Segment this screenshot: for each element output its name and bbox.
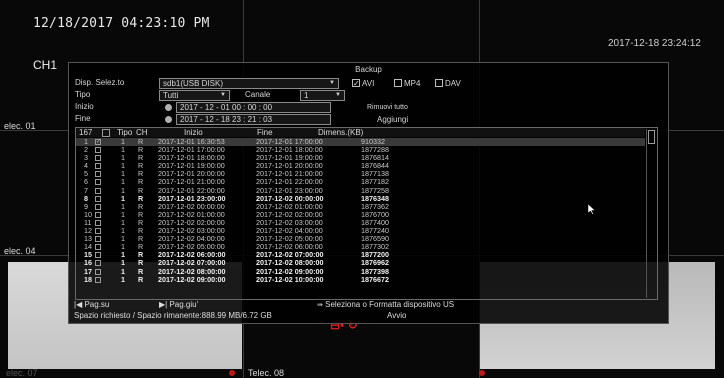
row-checkbox[interactable] xyxy=(95,171,101,178)
row-checkbox[interactable] xyxy=(95,155,101,162)
row-checkbox[interactable] xyxy=(95,147,101,154)
row-checkbox[interactable] xyxy=(95,203,101,210)
chevron-down-icon: ▼ xyxy=(335,92,341,98)
type-value: Tutti xyxy=(163,91,179,100)
select-all-checkbox[interactable] xyxy=(102,129,110,137)
column-size[interactable]: Dimens.(KB) xyxy=(318,128,363,137)
end-label: Fine xyxy=(75,114,91,123)
osd-datetime: 12/18/2017 04:23:10 PM xyxy=(33,16,210,31)
table-scrollbar[interactable] xyxy=(646,129,656,298)
row-checkbox[interactable]: ✓ xyxy=(95,139,101,145)
mouse-cursor-icon xyxy=(588,204,596,215)
row-type: 1 xyxy=(121,274,125,284)
row-checkbox[interactable] xyxy=(95,195,101,202)
column-count: 167 xyxy=(79,128,93,137)
row-checkbox[interactable] xyxy=(95,219,101,226)
device-value: sdb1(USB DISK) xyxy=(163,79,224,88)
cam-label-08: Telec. 08 xyxy=(248,368,285,378)
channel-select[interactable]: 1 ▼ xyxy=(300,90,345,101)
end-value: 2017 - 12 - 18 23 : 21 : 03 xyxy=(180,115,273,124)
remove-all-button[interactable]: Rimuovi tutto xyxy=(367,104,408,111)
format-dav-label: DAV xyxy=(445,79,461,88)
row-checkbox[interactable] xyxy=(95,187,101,194)
type-label: Tipo xyxy=(75,90,91,99)
page-down-label: Pag.giu' xyxy=(169,300,199,309)
backup-dialog: Backup Disp. Selez.to sdb1(USB DISK) ▼ ✓… xyxy=(68,62,669,324)
row-start: 2017-12-02 09:00:00 xyxy=(158,274,226,284)
file-table: 167 Tipo CH Inizio Fine Dimens.(KB) 11R2… xyxy=(75,127,658,300)
calendar-icon[interactable] xyxy=(165,104,172,111)
last-page-icon: ▶| xyxy=(159,300,168,309)
column-end[interactable]: Fine xyxy=(257,128,273,137)
device-select[interactable]: sdb1(USB DISK) ▼ xyxy=(159,78,339,89)
channel-label: Canale xyxy=(245,90,271,99)
cam-label-01: elec. 01 xyxy=(4,121,36,131)
row-number: 18 xyxy=(84,274,92,284)
chevron-down-icon: ▼ xyxy=(220,92,226,98)
row-checkbox[interactable] xyxy=(95,211,101,218)
record-indicator-icon xyxy=(479,370,485,376)
format-device-label: Seleziona o Formatta dispositivo US xyxy=(325,300,455,309)
column-type[interactable]: Tipo xyxy=(117,128,132,137)
start-label: Inizio xyxy=(75,102,94,111)
format-avi-checkbox[interactable]: ✓ xyxy=(352,79,360,88)
cam-label-04: elec. 04 xyxy=(4,246,36,256)
row-checkbox[interactable] xyxy=(95,244,101,251)
row-checkbox[interactable] xyxy=(95,228,101,235)
row-checkbox[interactable] xyxy=(95,260,101,267)
row-checkbox[interactable] xyxy=(95,268,101,275)
add-button[interactable]: Aggiungi xyxy=(377,115,408,124)
column-ch[interactable]: CH xyxy=(136,128,148,137)
scrollbar-thumb[interactable] xyxy=(648,130,655,144)
row-checkbox[interactable] xyxy=(95,179,101,186)
space-info: Spazio richiesto / Spazio rimanente:888.… xyxy=(74,311,272,320)
start-value: 2017 - 12 - 01 00 : 00 : 00 xyxy=(180,103,273,112)
record-indicator-icon xyxy=(229,370,235,376)
format-mp4-checkbox[interactable] xyxy=(394,79,402,87)
format-avi-label: AVI xyxy=(362,79,375,88)
column-start[interactable]: Inizio xyxy=(184,128,203,137)
row-checkbox[interactable] xyxy=(95,236,101,243)
page-up-label: Pag.su xyxy=(84,300,110,309)
table-body: 1 1 R 2017-12-01 16:30:53 2017-12-01 17:00:0… xyxy=(76,137,645,284)
device-label: Disp. Selez.to xyxy=(75,78,125,87)
row-checkbox[interactable] xyxy=(95,163,101,170)
end-datetime-field[interactable]: 2017 - 12 - 18 23 : 21 : 03 xyxy=(176,114,331,125)
osd-datetime-right: 2017-12-18 23:24:12 xyxy=(608,38,701,49)
calendar-icon[interactable] xyxy=(165,116,172,123)
page-down-button[interactable]: ▶| Pag.giu' xyxy=(159,300,198,309)
row-size: 1876672 xyxy=(361,274,389,284)
format-mp4-label: MP4 xyxy=(404,79,421,88)
start-datetime-field[interactable]: 2017 - 12 - 01 00 : 00 : 00 xyxy=(176,102,331,113)
chevron-down-icon: ▼ xyxy=(329,80,335,86)
table-row[interactable]: 18 1 R 2017-12-02 09:00:00 2017-12-02 10:00:… xyxy=(76,274,645,284)
row-checkbox[interactable] xyxy=(95,252,101,259)
osd-channel: CH1 xyxy=(33,58,58,72)
row-channel: R xyxy=(138,274,144,284)
first-page-icon: |◀ xyxy=(74,300,83,309)
format-device-button[interactable]: ⇛ Seleziona o Formatta dispositivo US xyxy=(317,300,454,309)
row-checkbox[interactable] xyxy=(95,276,101,283)
cam-label-07: elec. 07 xyxy=(6,368,38,378)
format-dav-checkbox[interactable] xyxy=(435,79,443,87)
row-end: 2017-12-02 10:00:00 xyxy=(256,274,324,284)
page-up-button[interactable]: |◀ Pag.su xyxy=(74,300,109,309)
start-backup-button[interactable]: Avvio xyxy=(387,311,406,320)
dialog-title: Backup xyxy=(355,65,382,74)
channel-value: 1 xyxy=(304,91,309,100)
table-header: 167 Tipo CH Inizio Fine Dimens.(KB) xyxy=(76,128,645,137)
usb-icon: ⇛ xyxy=(317,302,323,309)
type-select[interactable]: Tutti ▼ xyxy=(159,90,230,101)
